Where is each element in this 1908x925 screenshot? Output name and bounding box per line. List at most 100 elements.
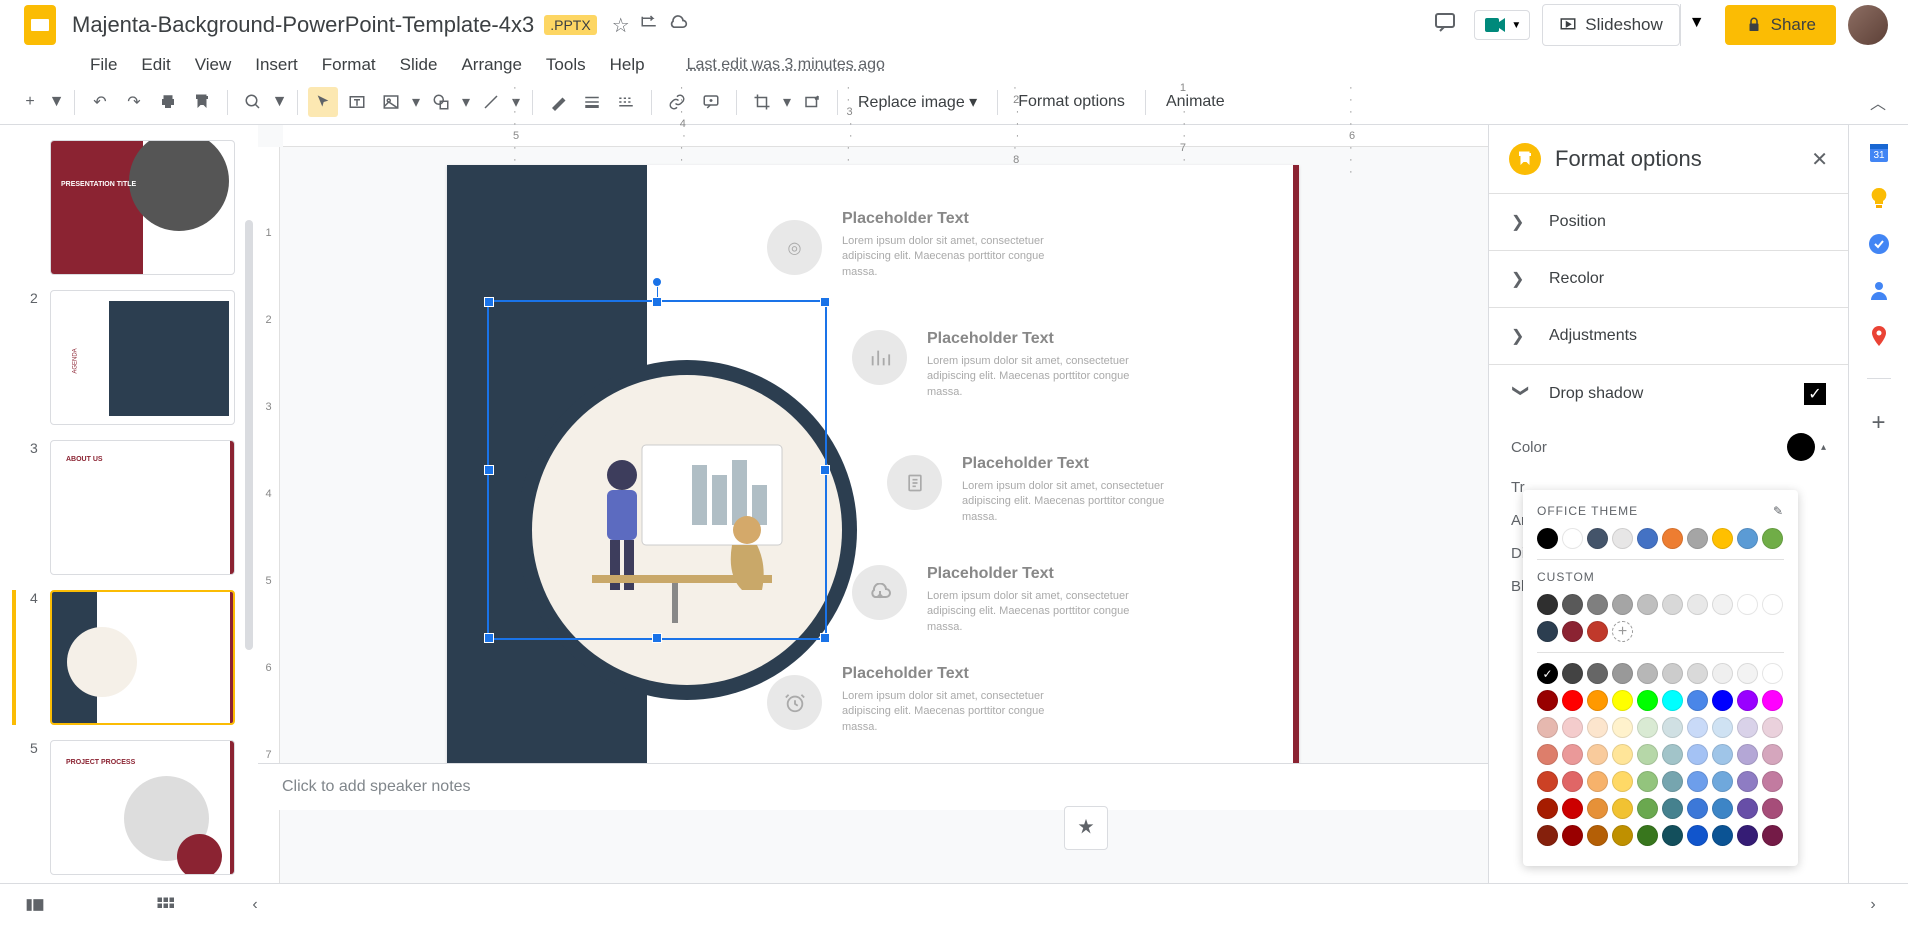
color-swatch[interactable] xyxy=(1562,825,1583,846)
placeholder-4[interactable]: Placeholder TextLorem ipsum dolor sit am… xyxy=(852,565,1167,635)
color-swatch[interactable] xyxy=(1562,690,1583,711)
color-swatch[interactable] xyxy=(1637,771,1658,792)
color-swatch[interactable] xyxy=(1762,825,1783,846)
shape-tool[interactable] xyxy=(426,87,456,117)
menu-format[interactable]: Format xyxy=(322,55,376,75)
color-swatch[interactable] xyxy=(1762,663,1783,684)
resize-handle-n[interactable] xyxy=(652,297,662,307)
color-swatch[interactable] xyxy=(1662,825,1683,846)
comments-icon[interactable] xyxy=(1433,10,1457,40)
color-swatch[interactable] xyxy=(1762,594,1783,615)
menu-file[interactable]: File xyxy=(90,55,117,75)
line-tool[interactable] xyxy=(476,87,506,117)
color-swatch[interactable] xyxy=(1587,528,1608,549)
color-swatch[interactable] xyxy=(1587,594,1608,615)
color-swatch[interactable] xyxy=(1662,594,1683,615)
menu-edit[interactable]: Edit xyxy=(141,55,170,75)
color-swatch[interactable] xyxy=(1612,663,1633,684)
resize-handle-w[interactable] xyxy=(484,465,494,475)
new-slide-dropdown[interactable]: ▼ xyxy=(49,87,64,117)
menu-tools[interactable]: Tools xyxy=(546,55,586,75)
color-swatch[interactable] xyxy=(1612,594,1633,615)
placeholder-2[interactable]: Placeholder TextLorem ipsum dolor sit am… xyxy=(852,330,1167,400)
new-slide-button[interactable]: + xyxy=(15,87,45,117)
color-swatch[interactable] xyxy=(1612,717,1633,738)
color-swatch[interactable] xyxy=(1687,825,1708,846)
menu-arrange[interactable]: Arrange xyxy=(461,55,521,75)
share-button[interactable]: Share xyxy=(1725,5,1836,45)
filmstrip-view-button[interactable] xyxy=(20,890,50,920)
calendar-app-icon[interactable]: 31 xyxy=(1867,140,1891,164)
color-swatch[interactable] xyxy=(1612,798,1633,819)
color-swatch[interactable] xyxy=(1762,798,1783,819)
color-swatch[interactable] xyxy=(1637,663,1658,684)
color-swatch[interactable] xyxy=(1712,825,1733,846)
cloud-icon[interactable] xyxy=(668,14,688,37)
meet-button[interactable]: ▼ xyxy=(1474,10,1530,40)
color-swatch[interactable] xyxy=(1712,690,1733,711)
collapse-right-button[interactable]: › xyxy=(1858,890,1888,920)
color-swatch[interactable] xyxy=(1587,690,1608,711)
color-swatch[interactable] xyxy=(1637,717,1658,738)
color-swatch[interactable] xyxy=(1637,690,1658,711)
textbox-tool[interactable] xyxy=(342,87,372,117)
color-swatch[interactable] xyxy=(1537,717,1558,738)
maps-app-icon[interactable] xyxy=(1867,324,1891,348)
slide-thumb-3[interactable]: ABOUT US xyxy=(50,440,235,575)
adjustments-section[interactable]: ❯ Adjustments xyxy=(1489,307,1848,364)
star-icon[interactable]: ☆ xyxy=(612,13,630,38)
color-swatch[interactable] xyxy=(1587,798,1608,819)
slide-thumb-4[interactable] xyxy=(50,590,235,725)
close-panel-button[interactable]: ✕ xyxy=(1811,147,1828,172)
explore-button[interactable] xyxy=(1064,806,1108,850)
color-swatch[interactable] xyxy=(1662,690,1683,711)
color-swatch[interactable] xyxy=(1562,717,1583,738)
color-swatch[interactable] xyxy=(1662,744,1683,765)
color-swatch[interactable] xyxy=(1712,528,1733,549)
color-swatch[interactable] xyxy=(1762,771,1783,792)
resize-handle-e[interactable] xyxy=(820,465,830,475)
color-swatch[interactable] xyxy=(1537,690,1558,711)
color-swatch[interactable] xyxy=(1737,528,1758,549)
drop-shadow-section[interactable]: ❯ Drop shadow ✓ xyxy=(1489,364,1848,423)
add-app-button[interactable]: + xyxy=(1867,409,1891,433)
color-swatch[interactable] xyxy=(1612,825,1633,846)
color-swatch[interactable] xyxy=(1687,717,1708,738)
resize-handle-se[interactable] xyxy=(820,633,830,643)
color-swatch[interactable] xyxy=(1637,744,1658,765)
color-swatch[interactable] xyxy=(1712,744,1733,765)
color-swatch[interactable] xyxy=(1587,663,1608,684)
collapse-left-button[interactable]: ‹ xyxy=(240,890,270,920)
color-swatch[interactable] xyxy=(1562,744,1583,765)
color-swatch[interactable] xyxy=(1612,771,1633,792)
slide-canvas[interactable]: ◎ Placeholder TextLorem ipsum dolor sit … xyxy=(447,165,1299,805)
color-swatch[interactable] xyxy=(1537,528,1558,549)
menu-help[interactable]: Help xyxy=(610,55,645,75)
color-swatch[interactable] xyxy=(1587,744,1608,765)
speaker-notes[interactable]: Click to add speaker notes xyxy=(258,763,1488,810)
color-swatch[interactable] xyxy=(1712,717,1733,738)
add-custom-color-button[interactable]: + xyxy=(1612,621,1633,642)
zoom-dropdown[interactable]: ▼ xyxy=(272,87,287,117)
color-swatch[interactable] xyxy=(1687,744,1708,765)
color-swatch[interactable] xyxy=(1562,663,1583,684)
color-swatch[interactable] xyxy=(1537,771,1558,792)
color-swatch[interactable] xyxy=(1737,744,1758,765)
color-swatch[interactable] xyxy=(1587,717,1608,738)
color-swatch[interactable] xyxy=(1762,690,1783,711)
color-swatch[interactable] xyxy=(1737,663,1758,684)
placeholder-1[interactable]: ◎ Placeholder TextLorem ipsum dolor sit … xyxy=(767,220,1082,280)
color-swatch[interactable] xyxy=(1687,771,1708,792)
resize-handle-sw[interactable] xyxy=(484,633,494,643)
color-swatch[interactable] xyxy=(1687,594,1708,615)
color-swatch[interactable] xyxy=(1662,717,1683,738)
selection-box[interactable] xyxy=(487,300,827,640)
color-swatch[interactable] xyxy=(1637,825,1658,846)
color-swatch[interactable] xyxy=(1662,798,1683,819)
color-swatch[interactable] xyxy=(1662,771,1683,792)
color-swatch[interactable] xyxy=(1562,528,1583,549)
color-swatch[interactable] xyxy=(1537,621,1558,642)
color-swatch[interactable] xyxy=(1637,594,1658,615)
collapse-toolbar-button[interactable]: ︿ xyxy=(1863,87,1893,117)
placeholder-5[interactable]: Placeholder TextLorem ipsum dolor sit am… xyxy=(767,675,1082,735)
